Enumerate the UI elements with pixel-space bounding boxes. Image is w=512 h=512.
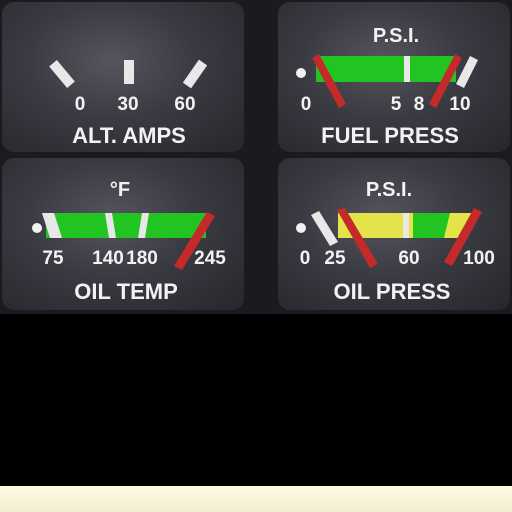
alt-amps-tick-low bbox=[49, 60, 75, 88]
oil-press-marker bbox=[403, 213, 409, 238]
oil-temp-face: °F 75 140 180 245 OIL TEMP bbox=[32, 179, 226, 304]
oil-temp-green-band bbox=[46, 213, 206, 238]
fuel-press-marker bbox=[404, 56, 410, 82]
oil-temp-stop-dot bbox=[32, 223, 42, 233]
alt-amps-tick-label-2: 60 bbox=[174, 94, 195, 115]
fuel-press-face: P.S.I. 0 5 8 10 FUEL PRESS bbox=[296, 25, 478, 148]
oil-press-stop-dot bbox=[296, 223, 306, 233]
fuel-press-unit: P.S.I. bbox=[373, 25, 419, 47]
oil-press-tick-label-3: 100 bbox=[463, 248, 495, 269]
fuel-press-green-band bbox=[316, 56, 456, 82]
alt-amps-face: 0 30 60 ALT. AMPS bbox=[49, 59, 208, 148]
oil-press-title: OIL PRESS bbox=[334, 279, 451, 304]
alt-amps-tick-mid bbox=[124, 60, 134, 84]
oil-temp-tick-label-2: 180 bbox=[126, 248, 158, 269]
oil-press-tick-label-0: 0 bbox=[300, 248, 311, 269]
fuel-press-stop-dot bbox=[296, 68, 306, 78]
alt-amps-gauge: 0 30 60 ALT. AMPS bbox=[2, 2, 244, 152]
oil-temp-tick-label-3: 245 bbox=[194, 248, 226, 269]
fuel-press-title: FUEL PRESS bbox=[321, 123, 459, 148]
fuel-press-tick-label-2: 8 bbox=[414, 94, 425, 115]
alt-amps-tick-high bbox=[182, 59, 208, 89]
fuel-press-gauge: P.S.I. 0 5 8 10 FUEL PRESS bbox=[278, 2, 510, 152]
fuel-press-tick-label-3: 10 bbox=[449, 94, 470, 115]
oil-temp-tick-label-1: 140 bbox=[92, 248, 124, 269]
oil-press-tick-zero bbox=[311, 211, 338, 246]
oil-press-face: P.S.I. 0 25 60 100 OIL PRESS bbox=[296, 179, 495, 304]
fuel-press-tick-label-1: 5 bbox=[391, 94, 402, 115]
alt-amps-tick-label-1: 30 bbox=[117, 94, 138, 115]
oil-temp-gauge: °F 75 140 180 245 OIL TEMP bbox=[2, 158, 244, 310]
oil-press-tick-label-1: 25 bbox=[324, 248, 346, 269]
oil-press-tick-label-2: 60 bbox=[398, 248, 419, 269]
fuel-press-tick-label-0: 0 bbox=[301, 94, 312, 115]
alt-amps-tick-label-0: 0 bbox=[75, 94, 86, 115]
oil-temp-unit: °F bbox=[110, 179, 130, 201]
oil-temp-title: OIL TEMP bbox=[74, 279, 178, 304]
oil-temp-tick-label-0: 75 bbox=[42, 248, 64, 269]
oil-press-gauge: P.S.I. 0 25 60 100 OIL PRESS bbox=[278, 158, 510, 310]
oil-press-unit: P.S.I. bbox=[366, 179, 412, 201]
alt-amps-title: ALT. AMPS bbox=[72, 123, 186, 148]
bottom-light-strip bbox=[0, 486, 512, 512]
